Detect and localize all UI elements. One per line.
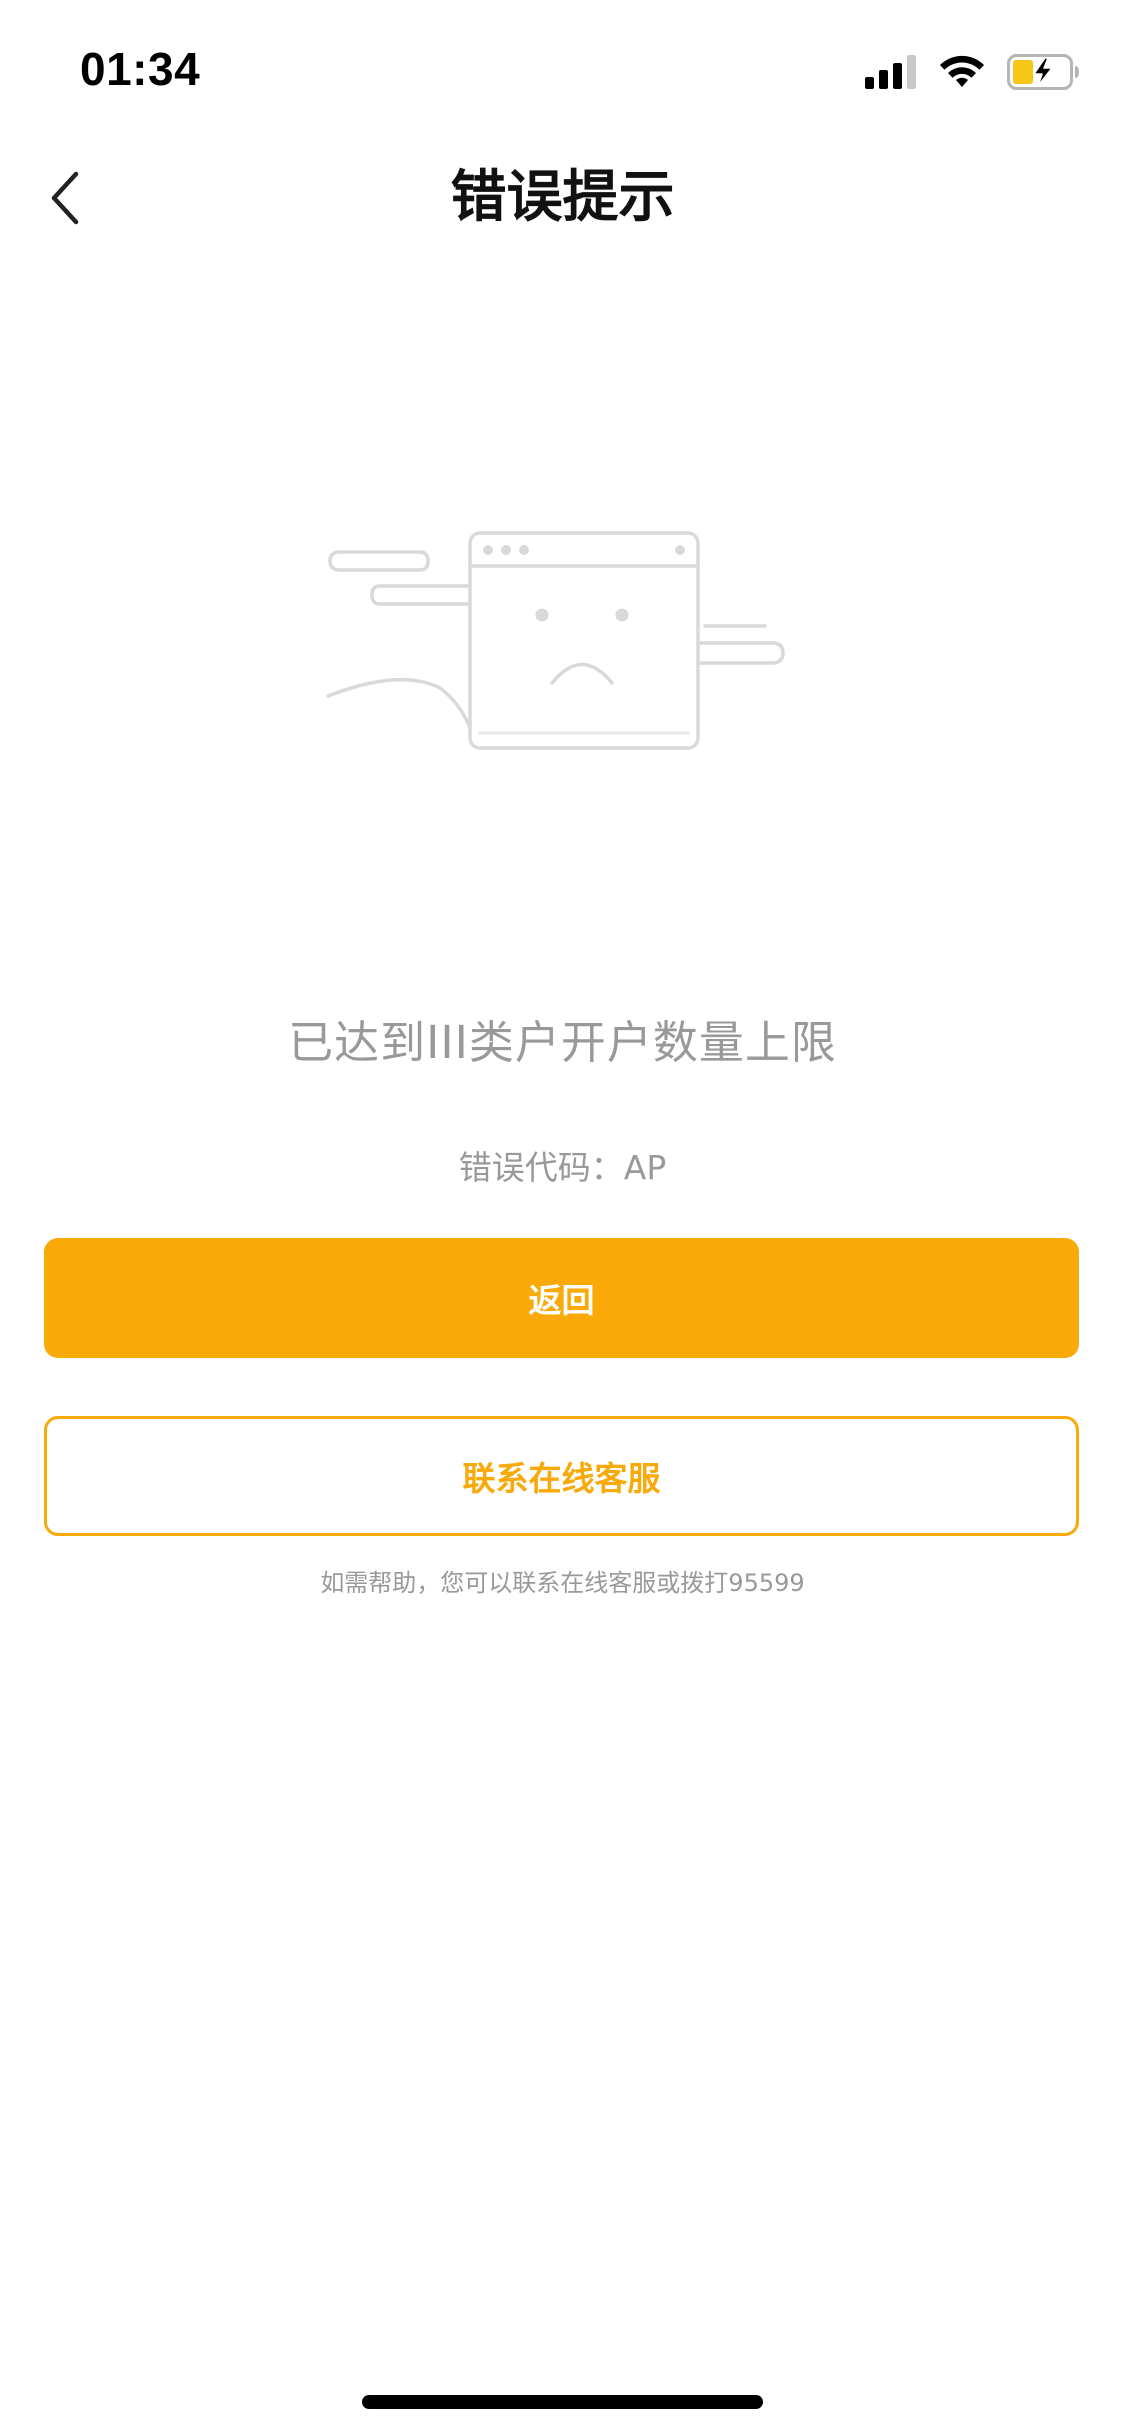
cellular-signal-icon xyxy=(865,55,916,89)
error-code: 错误代码：AP xyxy=(458,1148,667,1187)
page-title: 错误提示 xyxy=(450,165,675,230)
navigation-bar: 错误提示 xyxy=(0,132,1125,264)
wifi-icon xyxy=(940,55,984,87)
battery-charging-icon xyxy=(1007,54,1079,90)
status-time: 01:34 xyxy=(80,43,201,95)
error-illustration xyxy=(320,528,800,758)
chevron-left-icon xyxy=(51,171,79,225)
return-button[interactable]: 返回 xyxy=(44,1238,1079,1358)
sad-browser-window-icon xyxy=(326,531,785,750)
home-indicator[interactable] xyxy=(362,2395,763,2409)
error-message: 已达到III类户开户数量上限 xyxy=(288,1016,837,1069)
back-button[interactable] xyxy=(28,160,104,236)
contact-online-service-button[interactable]: 联系在线客服 xyxy=(44,1416,1079,1536)
status-bar: 01:34 xyxy=(0,0,1125,132)
status-icons xyxy=(865,50,1081,94)
help-text: 如需帮助，您可以联系在线客服或拨打95599 xyxy=(320,1569,805,1597)
